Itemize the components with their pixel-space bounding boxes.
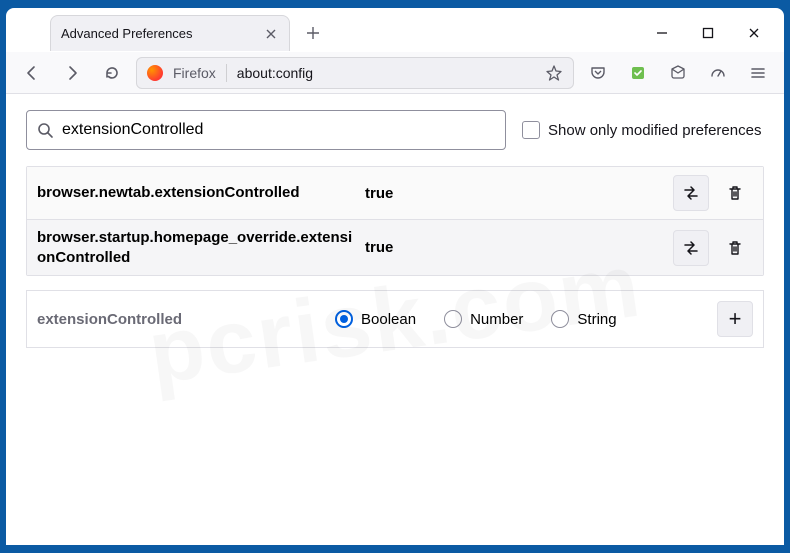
close-tab-icon[interactable] [263, 26, 279, 42]
pocket-icon[interactable] [582, 57, 614, 89]
radio-boolean[interactable]: Boolean [335, 310, 416, 328]
new-tab-button[interactable] [298, 18, 328, 48]
preferences-list: browser.newtab.extensionControlled true … [26, 166, 764, 276]
radio-string[interactable]: String [551, 310, 616, 328]
show-modified-label: Show only modified preferences [548, 122, 761, 139]
titlebar: Advanced Preferences [6, 8, 784, 52]
inbox-icon[interactable] [662, 57, 694, 89]
search-box[interactable] [26, 110, 506, 150]
radio-number[interactable]: Number [444, 310, 523, 328]
minimize-button[interactable] [640, 17, 684, 49]
type-radios: Boolean Number String [335, 310, 709, 328]
pref-value: true [365, 239, 393, 256]
brand-text: Firefox [173, 65, 216, 81]
content-area: pcrisk.com Show only modified preference… [6, 94, 784, 545]
pref-name: browser.startup.homepage_override.extens… [37, 228, 357, 267]
extension-icon[interactable] [622, 57, 654, 89]
pref-row: browser.newtab.extensionControlled true [27, 167, 763, 220]
separator [226, 64, 227, 82]
new-preference-row: extensionControlled Boolean Number Strin… [26, 290, 764, 348]
checkbox-box [522, 121, 540, 139]
add-pref-button[interactable]: + [717, 301, 753, 337]
url-text: about:config [237, 65, 313, 81]
window-controls [640, 17, 776, 49]
delete-button[interactable] [717, 175, 753, 211]
pref-value: true [365, 185, 393, 202]
delete-button[interactable] [717, 230, 753, 266]
tab-title: Advanced Preferences [61, 26, 263, 41]
nav-toolbar: Firefox about:config [6, 52, 784, 94]
close-window-button[interactable] [732, 17, 776, 49]
search-row: Show only modified preferences [26, 110, 764, 150]
search-input[interactable] [62, 121, 495, 139]
search-icon [37, 122, 54, 139]
window: Advanced Preferences Firefox about:confi… [6, 8, 784, 545]
radio-label: Boolean [361, 311, 416, 328]
dashboard-icon[interactable] [702, 57, 734, 89]
show-modified-checkbox[interactable]: Show only modified preferences [522, 121, 761, 139]
maximize-button[interactable] [686, 17, 730, 49]
radio-label: String [577, 311, 616, 328]
pref-row: browser.startup.homepage_override.extens… [27, 220, 763, 275]
forward-button[interactable] [56, 57, 88, 89]
toggle-button[interactable] [673, 175, 709, 211]
reload-button[interactable] [96, 57, 128, 89]
radio-button [444, 310, 462, 328]
bookmark-star-icon[interactable] [545, 64, 563, 82]
radio-button [335, 310, 353, 328]
back-button[interactable] [16, 57, 48, 89]
radio-button [551, 310, 569, 328]
new-pref-name: extensionControlled [37, 311, 327, 328]
toggle-button[interactable] [673, 230, 709, 266]
tab-advanced-preferences[interactable]: Advanced Preferences [50, 15, 290, 51]
menu-button[interactable] [742, 57, 774, 89]
pref-name: browser.newtab.extensionControlled [37, 183, 357, 203]
firefox-icon [147, 65, 163, 81]
radio-label: Number [470, 311, 523, 328]
url-bar[interactable]: Firefox about:config [136, 57, 574, 89]
